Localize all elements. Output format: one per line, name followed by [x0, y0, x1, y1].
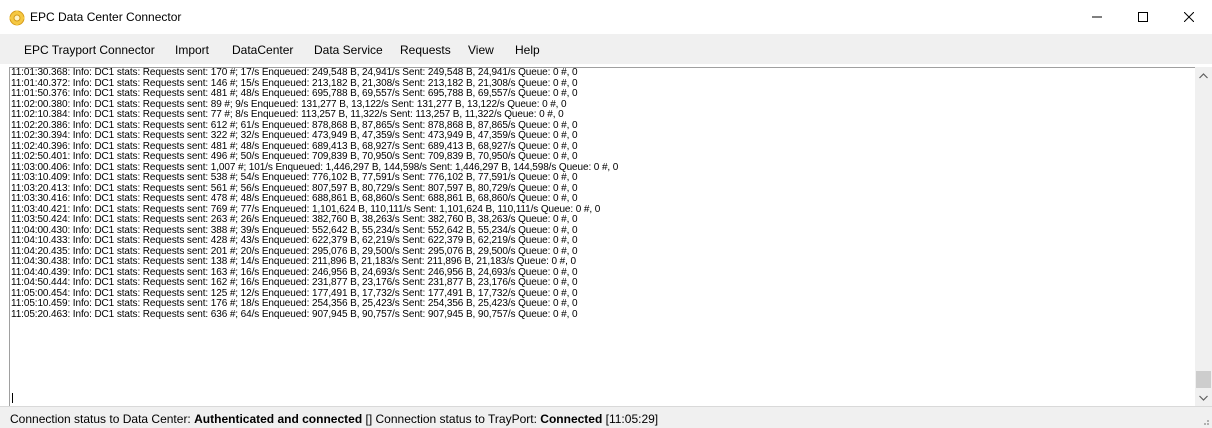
chevron-down-icon [1199, 395, 1208, 401]
log-line: 11:03:50.424: Info: DC1 stats: Requests … [11, 214, 578, 225]
chevron-up-icon [1199, 72, 1208, 78]
title-bar: EPC Data Center Connector [0, 0, 1212, 34]
menu-bar: EPC Trayport Connector Import DataCenter… [0, 34, 1212, 64]
close-icon [1184, 12, 1194, 22]
menu-view[interactable]: View [468, 43, 494, 57]
log-line: 11:05:10.459: Info: DC1 stats: Requests … [11, 298, 578, 309]
log-line: 11:03:30.416: Info: DC1 stats: Requests … [11, 193, 578, 204]
log-line: 11:01:50.376: Info: DC1 stats: Requests … [11, 88, 578, 99]
status-bar: Connection status to Data Center: Authen… [0, 406, 1212, 428]
tp-status-label: Connection status to TrayPort: [375, 412, 537, 426]
app-gear-icon [9, 10, 25, 26]
log-line: 11:04:10.433: Info: DC1 stats: Requests … [11, 235, 578, 246]
scroll-down-button[interactable] [1195, 389, 1212, 406]
maximize-button[interactable] [1120, 0, 1166, 34]
log-textbox[interactable]: 11:01:30.368: Info: DC1 stats: Requests … [9, 67, 1212, 406]
log-lines: 11:01:30.368: Info: DC1 stats: Requests … [11, 68, 1191, 320]
status-text: Connection status to Data Center: Authen… [10, 412, 658, 426]
log-line: 11:02:10.384: Info: DC1 stats: Requests … [11, 109, 564, 120]
tp-status-value: Connected [540, 412, 603, 426]
log-line: 11:04:30.438: Info: DC1 stats: Requests … [11, 256, 576, 267]
log-line: 11:04:50.444: Info: DC1 stats: Requests … [11, 277, 578, 288]
text-caret [12, 393, 13, 403]
menu-epc-trayport-connector[interactable]: EPC Trayport Connector [24, 43, 155, 57]
menu-requests[interactable]: Requests [400, 43, 451, 57]
scroll-up-button[interactable] [1195, 67, 1212, 84]
window-title: EPC Data Center Connector [30, 10, 182, 24]
vertical-scrollbar[interactable] [1195, 67, 1212, 406]
log-line: 11:02:30.394: Info: DC1 stats: Requests … [11, 130, 578, 141]
dc-status-value: Authenticated and connected [194, 412, 363, 426]
menu-import[interactable]: Import [175, 43, 209, 57]
dc-status-label: Connection status to Data Center: [10, 412, 191, 426]
menu-data-service[interactable]: Data Service [314, 43, 383, 57]
dc-status-extra: [] [365, 412, 373, 426]
tp-status-time: [11:05:29] [605, 412, 659, 426]
log-line: 11:01:30.368: Info: DC1 stats: Requests … [11, 67, 578, 78]
log-line: 11:05:20.463: Info: DC1 stats: Requests … [11, 308, 578, 320]
scroll-thumb[interactable] [1196, 371, 1211, 388]
maximize-icon [1138, 12, 1148, 22]
resize-grip-icon[interactable] [1200, 416, 1210, 426]
minimize-icon [1092, 16, 1102, 18]
menu-datacenter[interactable]: DataCenter [232, 43, 293, 57]
menu-help[interactable]: Help [515, 43, 540, 57]
log-line: 11:02:50.401: Info: DC1 stats: Requests … [11, 151, 578, 162]
log-line: 11:03:10.409: Info: DC1 stats: Requests … [11, 172, 578, 183]
close-button[interactable] [1166, 0, 1212, 34]
minimize-button[interactable] [1074, 0, 1120, 34]
